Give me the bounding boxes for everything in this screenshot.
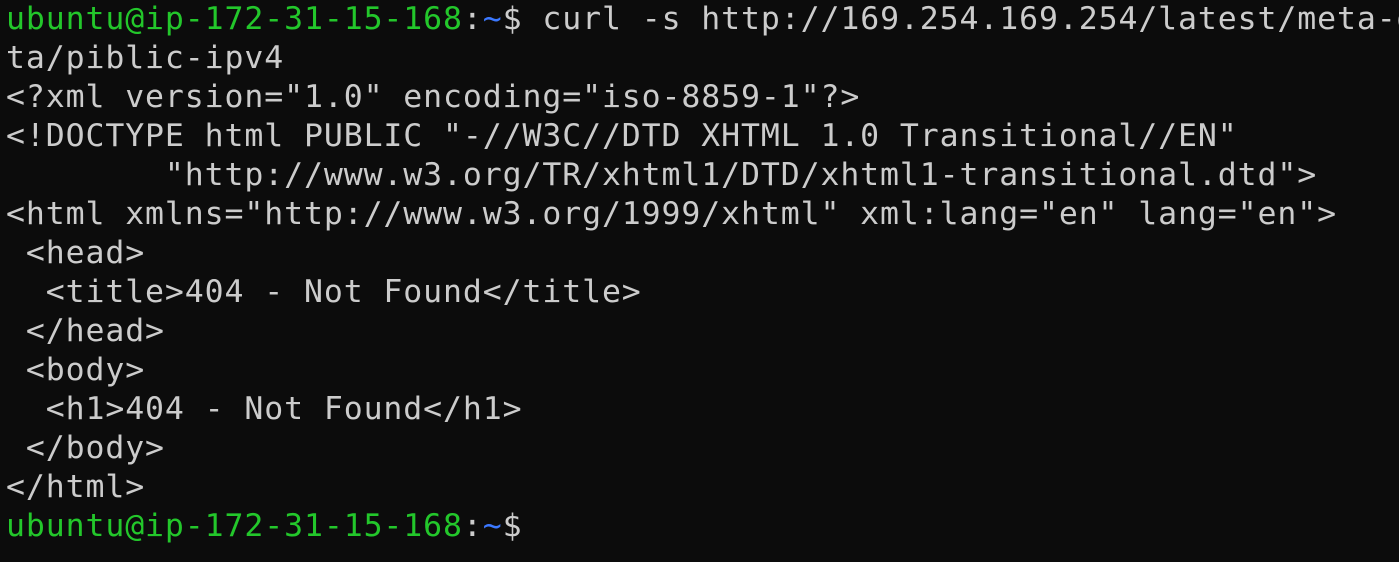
output-line: <html xmlns="http://www.w3.org/1999/xhtm… xyxy=(6,196,1337,232)
prompt-user-host: ubuntu@ip-172-31-15-168 xyxy=(6,1,463,37)
output-line: </html> xyxy=(6,469,146,505)
output-line: <!DOCTYPE html PUBLIC "-//W3C//DTD XHTML… xyxy=(6,118,1238,154)
output-line: </head> xyxy=(6,313,165,349)
output-line: <h1>404 - Not Found</h1> xyxy=(6,391,523,427)
terminal-window[interactable]: ubuntu@ip-172-31-15-168:~$ curl -s http:… xyxy=(0,0,1399,562)
output-line: <head> xyxy=(6,235,146,271)
prompt-separator: : xyxy=(462,1,483,37)
input-cursor[interactable] xyxy=(523,512,541,542)
prompt-symbol: $ xyxy=(502,1,523,37)
output-line: </body> xyxy=(6,430,165,466)
prompt-path: ~ xyxy=(482,1,503,37)
prompt-separator: : xyxy=(462,508,483,544)
output-line: <title>404 - Not Found</title> xyxy=(6,274,642,310)
output-line: <?xml version="1.0" encoding="iso-8859-1… xyxy=(6,79,861,115)
output-line: "http://www.w3.org/TR/xhtml1/DTD/xhtml1-… xyxy=(6,157,1318,193)
prompt-user-host: ubuntu@ip-172-31-15-168 xyxy=(6,508,463,544)
command-text: curl -s http://169.254.169.254/latest/me… xyxy=(522,1,1399,37)
prompt-path: ~ xyxy=(482,508,503,544)
output-line: <body> xyxy=(6,352,146,388)
command-line-wrapped: ta/piblic-ipv4 xyxy=(6,39,1399,78)
command-text-continued: ta/piblic-ipv4 xyxy=(6,40,285,76)
active-prompt-line[interactable]: ubuntu@ip-172-31-15-168:~$ xyxy=(6,507,1399,546)
prompt-symbol: $ xyxy=(502,508,523,544)
command-line: ubuntu@ip-172-31-15-168:~$ curl -s http:… xyxy=(6,0,1399,39)
